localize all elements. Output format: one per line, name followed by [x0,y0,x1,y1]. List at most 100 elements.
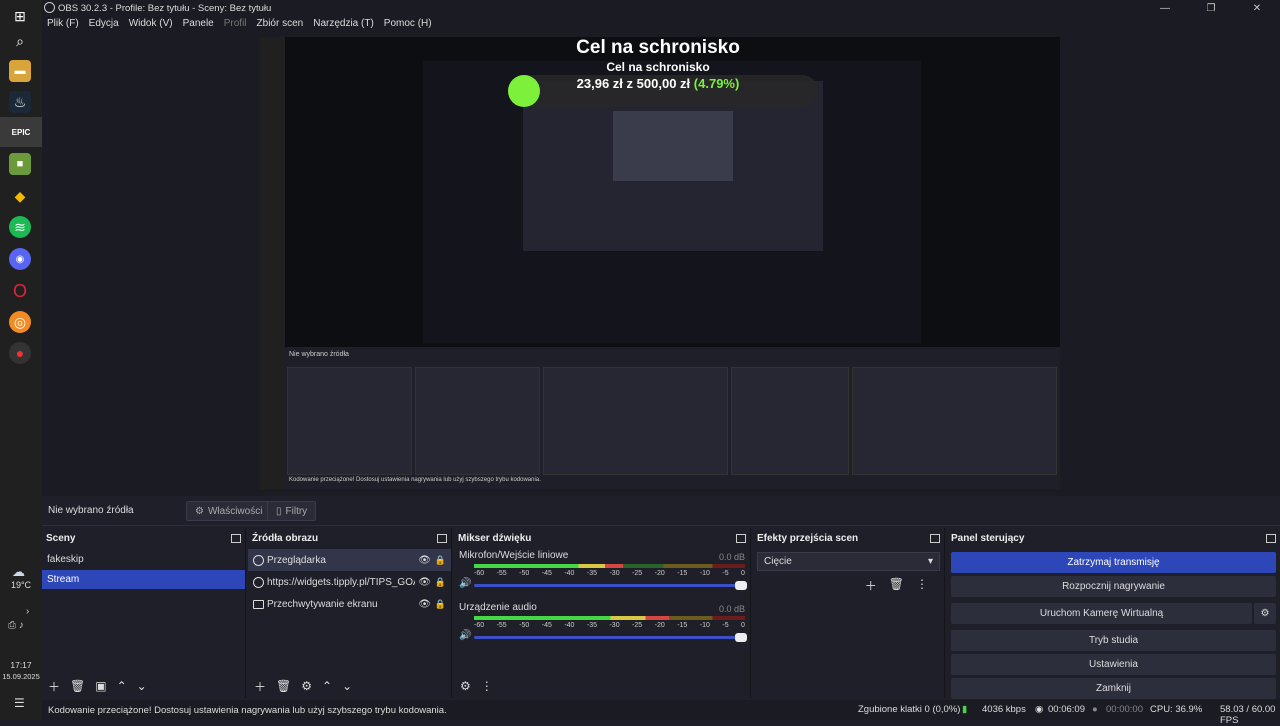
speaker-icon[interactable]: 🔊 [459,630,471,641]
meter-tick: -60 [474,570,485,577]
source-item[interactable]: https://widgets.tipply.pl/TIPS_GOAL 👁 🔒 [248,571,451,593]
speaker-icon[interactable]: 🔊 [459,578,471,589]
filter-icon: ▯ [276,505,282,517]
popout-icon[interactable] [437,533,447,543]
captured-scenes [287,367,412,475]
add-transition-icon[interactable]: ＋ [865,577,877,594]
preview-canvas[interactable]: Cel na schronisko Cel na schronisko 23,9… [260,37,1060,489]
properties-button[interactable]: ⚙ Właściwości [186,501,272,521]
captured-mixer [543,367,728,475]
steam-icon[interactable]: ♨ [9,91,31,113]
menu-help[interactable]: Pomoc (H) [384,18,432,29]
meter-tick: -5 [722,570,729,577]
move-down-icon[interactable]: ⌄ [342,679,352,693]
source-item[interactable]: Przeglądarka 👁 🔒 [248,549,451,571]
status-bar: Kodowanie przeciążone! Dostosuj ustawien… [42,700,1280,726]
lock-icon[interactable]: 🔒 [435,577,446,588]
remove-transition-icon[interactable]: 🗑 [889,577,904,594]
minecraft-icon[interactable]: ■ [9,153,31,175]
popout-icon[interactable] [1266,533,1276,543]
search-icon[interactable]: ⌕ [9,30,31,52]
volume-slider[interactable] [474,581,747,590]
lock-icon[interactable]: 🔒 [435,555,446,566]
epic-games-icon[interactable]: EPIC [0,117,42,147]
more-icon[interactable]: ⋮ [481,679,493,693]
move-up-icon[interactable]: ⌃ [117,679,127,693]
visibility-icon[interactable]: 👁 [418,577,431,588]
remove-source-icon[interactable]: 🗑 [276,679,291,693]
notification-icon[interactable]: ☰ [14,696,25,710]
volume-slider[interactable] [474,633,747,642]
studio-mode-button[interactable]: Tryb studia [951,630,1276,651]
filters-button[interactable]: ▯ Filtry [267,501,317,521]
minimize-button[interactable]: — [1142,0,1188,16]
system-tray-icons[interactable]: ⎙ ♪ [8,620,24,631]
globe-icon [253,554,264,566]
chrome-icon[interactable]: ◎ [9,311,31,333]
shield-app-icon[interactable]: ◆ [9,185,31,207]
slider-knob[interactable] [735,581,747,590]
popout-icon[interactable] [930,533,940,543]
maximize-button[interactable]: ❐ [1188,0,1234,16]
scenes-title: Sceny [46,532,76,544]
controls-dock: Panel sterujący Zatrzymaj transmisję Roz… [947,528,1280,699]
popout-icon[interactable] [736,533,746,543]
chevron-icon[interactable]: › [26,606,29,617]
virtual-camera-button[interactable]: Uruchom Kamerę Wirtualną [951,603,1252,624]
obs-icon[interactable]: ● [9,342,31,364]
opera-icon[interactable]: O [9,280,31,302]
file-explorer-icon[interactable]: ▬ [9,60,31,82]
menu-profile[interactable]: Profil [224,18,247,29]
lock-icon[interactable]: 🔒 [435,599,446,610]
menu-scene-collection[interactable]: Zbiór scen [257,18,304,29]
menu-tools[interactable]: Narzędzia (T) [313,18,374,29]
start-recording-button[interactable]: Rozpocznij nagrywanie [951,576,1276,597]
move-up-icon[interactable]: ⌃ [322,679,332,693]
exit-button[interactable]: Zamknij [951,678,1276,699]
virtual-camera-settings[interactable]: ⚙ [1254,603,1276,624]
slider-knob[interactable] [735,633,747,642]
visibility-icon[interactable]: 👁 [418,555,431,566]
source-item[interactable]: Przechwytywanie ekranu 👁 🔒 [248,593,451,615]
goal-percent: (4.79%) [693,76,740,91]
monitor-icon [253,599,264,609]
meter-tick: -55 [496,570,507,577]
windows-start-icon[interactable]: ⊞ [9,5,31,27]
meter-tick: 0 [741,570,745,577]
meter-tick: -40 [564,570,575,577]
window-title: OBS 30.2.3 - Profile: Bez tytułu - Sceny… [58,2,272,14]
scene-item-stream[interactable]: Stream [42,570,245,589]
more-icon[interactable]: ⋮ [916,577,928,594]
popout-icon[interactable] [231,533,241,543]
gear-icon: ⚙ [1260,608,1270,619]
scene-item-fakeskip[interactable]: fakeskip [42,550,245,569]
remove-scene-icon[interactable]: 🗑 [70,679,85,693]
clock-date[interactable]: 15.09.2025 [0,672,42,681]
channel-db: 0.0 dB [718,552,745,562]
fps: 58.03 / 60.00 FPS [1220,704,1276,726]
gear-icon[interactable]: ⚙ [301,679,312,693]
spotify-icon[interactable]: ≋ [9,216,31,238]
menu-docks[interactable]: Panele [183,18,214,29]
move-down-icon[interactable]: ⌄ [137,679,147,693]
transition-select[interactable]: Cięcie ▾ [757,552,940,571]
meter-tick: -50 [519,622,530,629]
channel-name: Mikrofon/Wejście liniowe [459,550,569,561]
meter-tick: -15 [677,570,688,577]
add-source-icon[interactable]: ＋ [254,678,266,695]
menu-view[interactable]: Widok (V) [129,18,173,29]
clock-time[interactable]: 17:17 [0,660,42,670]
close-button[interactable]: ✕ [1234,0,1280,16]
settings-button[interactable]: Ustawienia [951,654,1276,675]
filter-icon[interactable]: ▣ [95,679,106,693]
menu-edit[interactable]: Edycja [89,18,119,29]
stream-icon: ◉ [1035,704,1044,715]
discord-icon[interactable]: ◉ [9,248,31,270]
add-scene-icon[interactable]: ＋ [48,678,60,695]
preview-area[interactable]: Cel na schronisko Cel na schronisko 23,9… [42,31,1280,496]
stop-stream-button[interactable]: Zatrzymaj transmisję [951,552,1276,573]
gear-icon[interactable]: ⚙ [460,679,471,693]
record-time: 00:00:00 [1106,704,1143,715]
visibility-icon[interactable]: 👁 [418,599,431,610]
menu-file[interactable]: Plik (F) [47,18,79,29]
